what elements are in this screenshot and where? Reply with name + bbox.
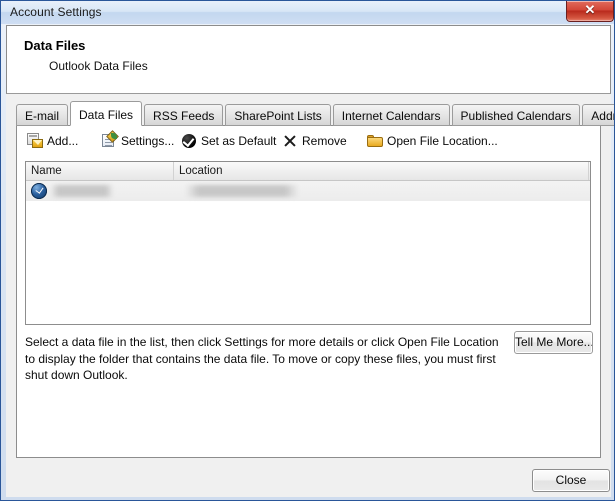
tab-rss-feeds[interactable]: RSS Feeds (144, 104, 224, 126)
data-files-toolbar: Add... Settings... Set as Default Remove… (17, 126, 600, 156)
column-header-spacer (589, 162, 594, 180)
tab-sharepoint-lists[interactable]: SharePoint Lists (225, 104, 331, 126)
account-settings-dialog: Account Settings ✕ Data Files Outlook Da… (0, 0, 615, 501)
set-as-default-button[interactable]: Set as Default (181, 131, 276, 151)
tab-published-calendars[interactable]: Published Calendars (451, 104, 581, 126)
window-close-button[interactable]: ✕ (566, 1, 614, 22)
table-row[interactable] (26, 181, 590, 201)
data-files-panel: Add... Settings... Set as Default Remove… (16, 125, 601, 458)
open-file-location-label: Open File Location... (387, 134, 498, 148)
folder-icon (367, 133, 383, 149)
page-title: Data Files (24, 38, 86, 53)
tell-me-more-button[interactable]: Tell Me More... (514, 331, 593, 354)
dialog-header: Data Files Outlook Data Files (6, 25, 611, 94)
tab-data-files[interactable]: Data Files (70, 101, 143, 126)
remove-x-icon (282, 133, 298, 149)
settings-button[interactable]: Settings... (101, 130, 175, 151)
open-file-location-button[interactable]: Open File Location... (367, 131, 498, 151)
title-bar: Account Settings ✕ (1, 1, 614, 24)
window-title: Account Settings (10, 5, 102, 19)
tab-address-books[interactable]: Address Books (582, 104, 614, 126)
close-icon: ✕ (584, 2, 596, 17)
tab-strip: E-mail Data Files RSS Feeds SharePoint List… (16, 101, 614, 126)
add-data-file-icon (27, 133, 43, 149)
settings-icon (101, 130, 119, 149)
tab-email[interactable]: E-mail (16, 104, 69, 126)
column-header-name[interactable]: Name (26, 162, 174, 180)
page-subtitle: Outlook Data Files (49, 59, 148, 73)
row-location-redacted (186, 185, 298, 197)
remove-button[interactable]: Remove (282, 131, 347, 151)
dialog-body: E-mail Data Files RSS Feeds SharePoint List… (6, 94, 614, 497)
remove-button-label: Remove (302, 134, 347, 148)
outlook-data-file-icon (31, 183, 47, 199)
settings-button-label: Settings... (121, 134, 175, 148)
add-button-label: Add... (47, 134, 79, 148)
set-as-default-label: Set as Default (201, 134, 277, 148)
check-circle-icon (181, 133, 197, 149)
row-name-redacted (51, 185, 113, 197)
add-button[interactable]: Add... (27, 131, 78, 151)
dialog-footer: Close (6, 459, 611, 497)
column-header-location[interactable]: Location (174, 162, 589, 180)
description-text: Select a data file in the list, then cli… (25, 335, 499, 382)
close-button[interactable]: Close (532, 469, 610, 492)
tab-internet-calendars[interactable]: Internet Calendars (332, 104, 450, 126)
data-files-list[interactable]: Name Location (25, 161, 591, 325)
list-header: Name Location (26, 162, 590, 181)
